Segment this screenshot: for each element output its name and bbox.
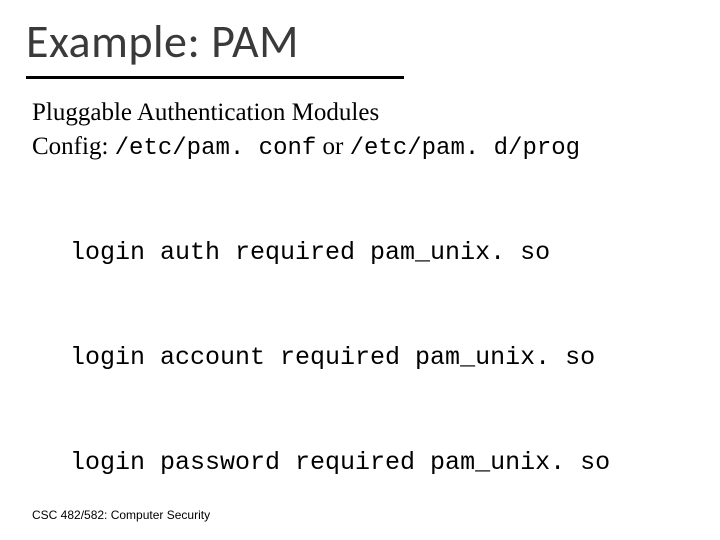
subtitle: Pluggable Authentication Modules (32, 96, 688, 130)
config-path-2: /etc/pam. d/prog (350, 135, 580, 162)
slide: Example: PAM Pluggable Authentication Mo… (0, 0, 720, 540)
code-line: login password required pam_unix. so (70, 445, 688, 480)
config-joiner: or (316, 133, 349, 160)
config-path-1: /etc/pam. conf (115, 135, 317, 162)
config-line: Config: /etc/pam. conf or /etc/pam. d/pr… (32, 130, 688, 165)
title-underline (26, 76, 404, 79)
footer-text: CSC 482/582: Computer Security (32, 508, 210, 522)
slide-body: Pluggable Authentication Modules Config:… (32, 96, 688, 540)
code-block: login auth required pam_unix. so login a… (70, 165, 688, 540)
code-line: login account required pam_unix. so (70, 340, 688, 375)
config-label: Config: (32, 133, 115, 160)
code-line: login auth required pam_unix. so (70, 235, 688, 270)
slide-title: Example: PAM (26, 14, 299, 70)
